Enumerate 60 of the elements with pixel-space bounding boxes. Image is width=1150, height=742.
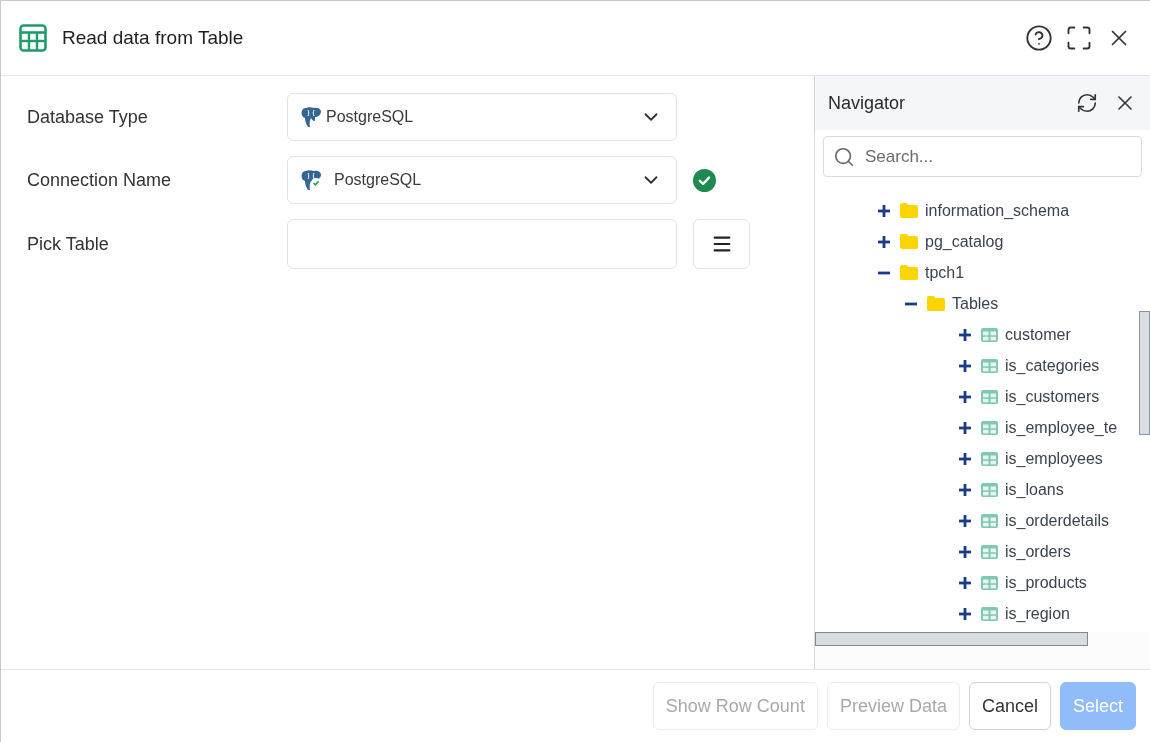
field-label: Database Type [27, 105, 149, 129]
tree-item-label[interactable]: is_loans [1005, 479, 1064, 500]
select-field[interactable]: PostgreSQL [287, 93, 677, 141]
tree-item-label[interactable]: is_orderdetails [1005, 510, 1110, 531]
plus-icon[interactable] [959, 359, 971, 372]
table-icon [981, 327, 998, 342]
folder-icon [900, 234, 918, 249]
plus-icon[interactable] [959, 328, 971, 341]
table-icon [981, 451, 998, 466]
field-label: Connection Name [27, 168, 173, 192]
table-icon [981, 358, 998, 373]
tree-item-label[interactable]: is_region [1005, 603, 1070, 624]
tree-item-label[interactable]: is_employee_te [1005, 417, 1118, 438]
select-value: PostgreSQL [326, 107, 415, 127]
table-icon [981, 606, 998, 621]
folder-icon [900, 265, 918, 280]
plus-icon[interactable] [959, 607, 971, 620]
tree-item-label[interactable]: Tables [952, 293, 999, 314]
select-value: PostgreSQL [334, 170, 423, 190]
tree-item-label[interactable]: is_products [1005, 572, 1087, 593]
field-label: Pick Table [27, 232, 110, 256]
input-field[interactable] [287, 219, 677, 269]
plus-icon[interactable] [878, 235, 890, 248]
tree-item-label[interactable]: is_categories [1005, 355, 1100, 376]
maximize-icon[interactable] [1065, 24, 1093, 52]
tree-item-label[interactable]: customer [1005, 324, 1071, 345]
search-icon [833, 146, 855, 168]
tree-item-label[interactable]: is_customers [1005, 386, 1100, 407]
plus-icon[interactable] [959, 514, 971, 527]
table-icon [981, 575, 998, 590]
table-icon [981, 389, 998, 404]
table-icon [981, 420, 998, 435]
plus-icon[interactable] [878, 204, 890, 217]
tree-item-label[interactable]: information_schema [925, 200, 1070, 221]
table-icon [19, 24, 47, 52]
table-icon [981, 482, 998, 497]
table-icon [981, 544, 998, 559]
folder-icon [927, 296, 945, 311]
secondary-button[interactable]: Cancel [968, 682, 1051, 730]
horizontal-scrollbar[interactable] [815, 632, 1088, 646]
folder-icon [900, 203, 918, 218]
tree-item-label[interactable]: is_orders [1005, 541, 1071, 562]
plus-icon[interactable] [959, 483, 971, 496]
tree-item-label[interactable]: pg_catalog [925, 231, 1004, 252]
tree-item-label[interactable]: tpch1 [925, 262, 965, 283]
menu-button[interactable] [693, 219, 750, 269]
search-field[interactable]: Search... [823, 136, 1142, 177]
plus-icon[interactable] [959, 390, 971, 403]
refresh-icon[interactable] [1076, 92, 1098, 114]
dialog-title: Read data from Table [62, 25, 245, 50]
plus-icon[interactable] [959, 452, 971, 465]
navigator-title: Navigator [828, 91, 907, 115]
select-field[interactable]: PostgreSQL [287, 156, 677, 204]
help-icon[interactable] [1025, 24, 1053, 52]
table-icon [981, 513, 998, 528]
plus-icon[interactable] [959, 421, 971, 434]
vertical-scrollbar[interactable] [1139, 311, 1150, 435]
plus-icon[interactable] [959, 576, 971, 589]
tree-item-label[interactable]: is_employees [1005, 448, 1103, 469]
plus-icon[interactable] [959, 545, 971, 558]
